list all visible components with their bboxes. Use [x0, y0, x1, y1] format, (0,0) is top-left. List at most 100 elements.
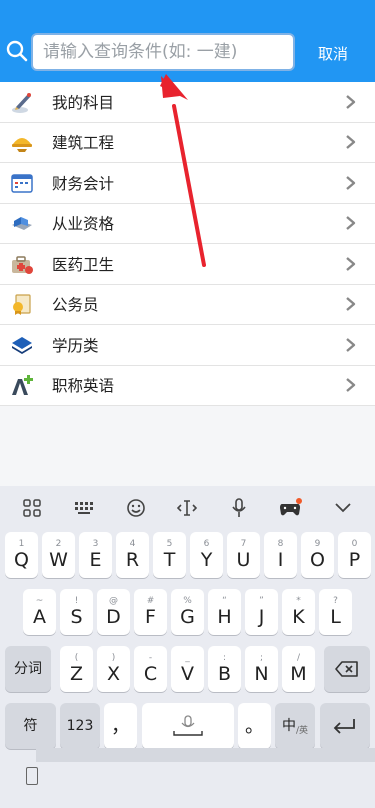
list-item-accounting[interactable]: 财务会计 [0, 163, 375, 204]
key-sub-label: 3 [92, 539, 99, 549]
key-label: F [145, 606, 156, 628]
language-switch-key[interactable]: 中/英 [275, 703, 315, 749]
key-r[interactable]: 4R [116, 532, 149, 578]
pen-icon [10, 90, 34, 114]
chevron-right-icon [346, 94, 356, 109]
key-sub-label: - [148, 653, 153, 663]
key-v[interactable]: _ V [171, 646, 204, 692]
key-label: S [70, 606, 83, 628]
key-sub-label: 5 [166, 539, 173, 549]
search-icon [6, 40, 28, 62]
key-label: B [217, 663, 232, 685]
key-i[interactable]: 8I [264, 532, 297, 578]
key-label: 中 [281, 718, 296, 734]
key-o[interactable]: 9O [301, 532, 334, 578]
list-item-label: 职称英语 [52, 377, 115, 396]
list-item-label: 从业资格 [52, 215, 115, 234]
key-h[interactable]: “H [208, 589, 241, 635]
key-m[interactable]: / M [282, 646, 315, 692]
key-label: V [181, 663, 194, 685]
keyboard-row-1: 1Q 2W 3E 4R 5T 6Y 7U 8I 9O 0P [0, 532, 375, 578]
key-j[interactable]: ” J [245, 589, 278, 635]
space-key[interactable] [142, 703, 234, 749]
key-b[interactable]: :B [208, 646, 241, 692]
key-c[interactable]: -C [134, 646, 167, 692]
list-item-my-subjects[interactable]: 我的科目 [0, 82, 375, 123]
letter-a-plus-icon [10, 373, 34, 397]
key-p[interactable]: 0P [338, 532, 371, 578]
list-item-civil-servant[interactable]: 公务员 [0, 285, 375, 325]
period-key[interactable]: 。 [238, 703, 271, 749]
search-input[interactable] [43, 42, 283, 62]
certificate-icon [10, 292, 34, 316]
key-sub-label: 7 [240, 539, 247, 549]
key-sub-label: ” [259, 596, 264, 606]
list-item-construction[interactable]: 建筑工程 [0, 123, 375, 163]
backspace-key[interactable] [324, 646, 370, 692]
calendar-icon [10, 171, 34, 195]
cancel-button[interactable]: 取消 [318, 43, 348, 64]
key-y[interactable]: 6Y [190, 532, 223, 578]
key-sub-label: 0 [351, 539, 358, 549]
key-a[interactable]: ~ A [23, 589, 56, 635]
key-w[interactable]: 2W [42, 532, 75, 578]
search-field[interactable] [31, 33, 295, 71]
key-f[interactable]: # F [134, 589, 167, 635]
list-item-label: 财务会计 [52, 174, 115, 193]
list-item-label: 医药卫生 [52, 255, 115, 274]
key-sub-label: ! [74, 596, 79, 606]
chevron-right-icon [346, 337, 356, 352]
key-t[interactable]: 5T [153, 532, 186, 578]
apps-grid-icon[interactable] [15, 491, 49, 525]
emoji-icon[interactable] [119, 491, 153, 525]
list-item-academic[interactable]: 学历类 [0, 325, 375, 366]
key-s[interactable]: ! S [60, 589, 93, 635]
list-item-label: 建筑工程 [52, 134, 115, 153]
key-d[interactable]: @ D [97, 589, 130, 635]
key-sub-label: 8 [277, 539, 284, 549]
backspace-icon [335, 661, 358, 677]
key-k[interactable]: * K [282, 589, 315, 635]
key-sub-label: /英 [295, 725, 309, 736]
key-n[interactable]: ; N [245, 646, 278, 692]
key-sub-label: ~ [35, 596, 44, 606]
cursor-move-icon[interactable] [170, 491, 204, 525]
microphone-icon[interactable] [222, 491, 256, 525]
key-z[interactable]: (Z [60, 646, 93, 692]
enter-key[interactable] [320, 703, 370, 749]
segment-key[interactable]: 分词 [5, 646, 51, 692]
game-controller-icon[interactable] [274, 491, 308, 525]
key-label: ， [110, 715, 130, 737]
list-item-qualification[interactable]: 从业资格 [0, 204, 375, 244]
key-x[interactable]: ) X [97, 646, 130, 692]
cube-icon [10, 211, 34, 235]
chevron-down-icon[interactable] [326, 491, 360, 525]
keyboard-row-4: 符 123 ， 。 中/英 [0, 703, 375, 749]
key-label: M [290, 663, 307, 685]
symbol-key[interactable]: 符 [5, 703, 56, 749]
key-sub-label: ) [111, 653, 116, 663]
comma-key[interactable]: ， [104, 703, 137, 749]
key-label: 符 [23, 718, 38, 734]
key-label: N [254, 663, 269, 685]
keyboard-layout-icon[interactable] [67, 491, 101, 525]
numbers-key[interactable]: 123 [60, 703, 100, 749]
keyboard-toolbar [0, 486, 375, 530]
key-label: L [330, 606, 341, 628]
keyboard-switch-icon[interactable] [26, 767, 38, 785]
list-item-label: 学历类 [52, 336, 99, 355]
list-item-medicine[interactable]: 医药卫生 [0, 244, 375, 285]
key-u[interactable]: 7U [227, 532, 260, 578]
key-sub-label: ; [259, 653, 264, 663]
key-q[interactable]: 1Q [5, 532, 38, 578]
key-label: K [292, 606, 305, 628]
chevron-right-icon [346, 256, 356, 271]
list-item-english[interactable]: 职称英语 [0, 366, 375, 406]
key-e[interactable]: 3E [79, 532, 112, 578]
key-l[interactable]: ? L [319, 589, 352, 635]
key-label: T [163, 549, 176, 571]
key-label: 。 [244, 715, 264, 737]
key-label: D [106, 606, 121, 628]
key-g[interactable]: % G [171, 589, 204, 635]
key-label: Z [69, 663, 84, 685]
